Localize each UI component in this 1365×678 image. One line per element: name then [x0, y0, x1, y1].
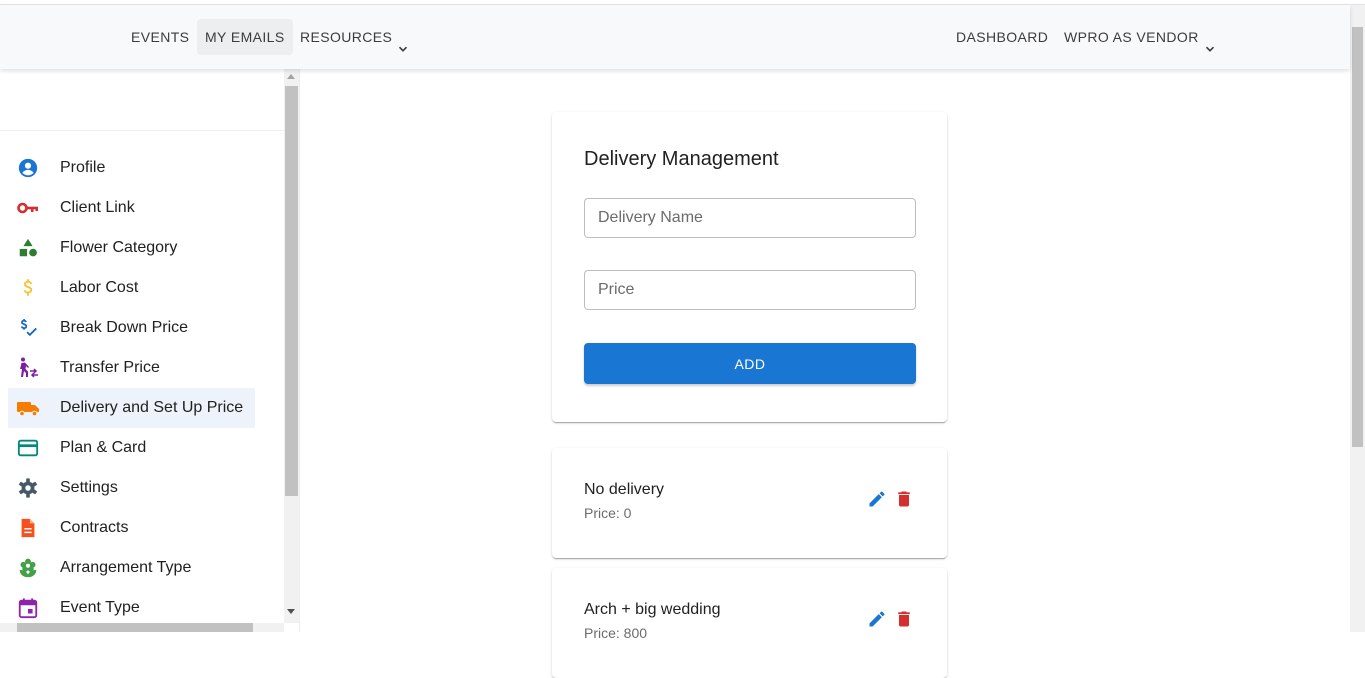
sidebar-hscroll-thumb[interactable]	[17, 623, 253, 632]
sidebar-item-labor-cost[interactable]: Labor Cost	[8, 268, 255, 308]
nav-resources-label: RESOURCES	[300, 29, 393, 45]
sidebar-item-label: Contracts	[60, 519, 129, 536]
price-field[interactable]	[584, 270, 916, 310]
delivery-price: Price: 800	[584, 625, 648, 641]
category-shapes-icon	[16, 236, 40, 260]
card-title: Delivery Management	[584, 148, 779, 170]
sidebar-item-break-down-price[interactable]: Break Down Price	[8, 308, 255, 348]
nav-my-emails[interactable]: MY EMAILS	[197, 19, 293, 55]
edit-icon[interactable]	[865, 607, 889, 631]
sidebar-item-transfer-price[interactable]: Transfer Price	[8, 348, 255, 388]
truck-icon	[16, 396, 40, 420]
account-circle-icon	[16, 156, 40, 180]
sidebar-horizontal-scrollbar[interactable]	[0, 623, 284, 632]
vendor-menu[interactable]: WPRO AS VENDOR	[1056, 19, 1223, 55]
sidebar-vertical-scrollbar[interactable]	[284, 69, 299, 623]
page-vertical-scrollbar[interactable]	[1350, 5, 1365, 632]
page-scroll-thumb[interactable]	[1352, 27, 1363, 447]
sidebar-item-delivery-setup-price[interactable]: Delivery and Set Up Price	[8, 388, 255, 428]
list-item: No delivery Price: 0	[552, 448, 947, 558]
sidebar-divider	[0, 130, 284, 131]
price-check-icon	[16, 316, 40, 340]
sidebar-item-profile[interactable]: Profile	[8, 148, 255, 188]
chevron-down-icon	[398, 31, 408, 53]
sidebar: Profile Client Link Flower Category Labo…	[0, 69, 300, 632]
sidebar-item-label: Client Link	[60, 199, 135, 216]
sidebar-item-contracts[interactable]: Contracts	[8, 508, 255, 548]
dollar-icon	[16, 276, 40, 300]
sidebar-item-event-type[interactable]: Event Type	[8, 588, 255, 628]
delivery-name: Arch + big wedding	[584, 601, 721, 618]
sidebar-item-label: Arrangement Type	[60, 559, 192, 576]
sidebar-item-label: Plan & Card	[60, 439, 147, 456]
flower-icon	[16, 556, 40, 580]
delivery-price: Price: 0	[584, 505, 632, 521]
sidebar-item-arrangement-type[interactable]: Arrangement Type	[8, 548, 255, 588]
nav-dashboard[interactable]: DASHBOARD	[948, 19, 1056, 55]
sidebar-item-label: Event Type	[60, 599, 140, 616]
delivery-name-input[interactable]	[585, 199, 915, 237]
gear-icon	[16, 476, 40, 500]
sidebar-item-label: Flower Category	[60, 239, 178, 256]
scroll-down-arrow-icon[interactable]	[287, 609, 295, 614]
delivery-form-card: Delivery Management ADD	[552, 112, 947, 422]
transfer-within-station-icon	[16, 356, 40, 380]
sidebar-item-label: Settings	[60, 479, 118, 496]
sidebar-item-label: Break Down Price	[60, 319, 189, 336]
app-bar: EVENTS MY EMAILS RESOURCES DASHBOARD WPR…	[0, 5, 1350, 69]
delivery-name-field[interactable]	[584, 198, 916, 238]
sidebar-scroll-thumb[interactable]	[285, 86, 298, 496]
sidebar-item-label: Profile	[60, 159, 106, 176]
sidebar-item-settings[interactable]: Settings	[8, 468, 255, 508]
document-icon	[16, 516, 40, 540]
price-input[interactable]	[585, 271, 915, 309]
delivery-name: No delivery	[584, 481, 665, 498]
sidebar-item-label: Labor Cost	[60, 279, 139, 296]
nav-events[interactable]: EVENTS	[123, 19, 197, 55]
calendar-icon	[16, 596, 40, 620]
scroll-up-arrow-icon[interactable]	[287, 74, 295, 79]
key-icon	[16, 196, 40, 220]
chevron-down-icon	[1205, 31, 1215, 53]
vendor-menu-label: WPRO AS VENDOR	[1064, 29, 1199, 45]
sidebar-item-client-link[interactable]: Client Link	[8, 188, 255, 228]
edit-icon[interactable]	[865, 487, 889, 511]
delete-icon[interactable]	[892, 607, 916, 631]
sidebar-item-label: Transfer Price	[60, 359, 160, 376]
add-button[interactable]: ADD	[584, 343, 916, 384]
list-item: Arch + big wedding Price: 800	[552, 568, 947, 678]
nav-resources[interactable]: RESOURCES	[292, 19, 416, 55]
delete-icon[interactable]	[892, 487, 916, 511]
credit-card-icon	[16, 436, 40, 460]
sidebar-item-plan-card[interactable]: Plan & Card	[8, 428, 255, 468]
sidebar-item-flower-category[interactable]: Flower Category	[8, 228, 255, 268]
sidebar-item-label: Delivery and Set Up Price	[60, 399, 244, 416]
